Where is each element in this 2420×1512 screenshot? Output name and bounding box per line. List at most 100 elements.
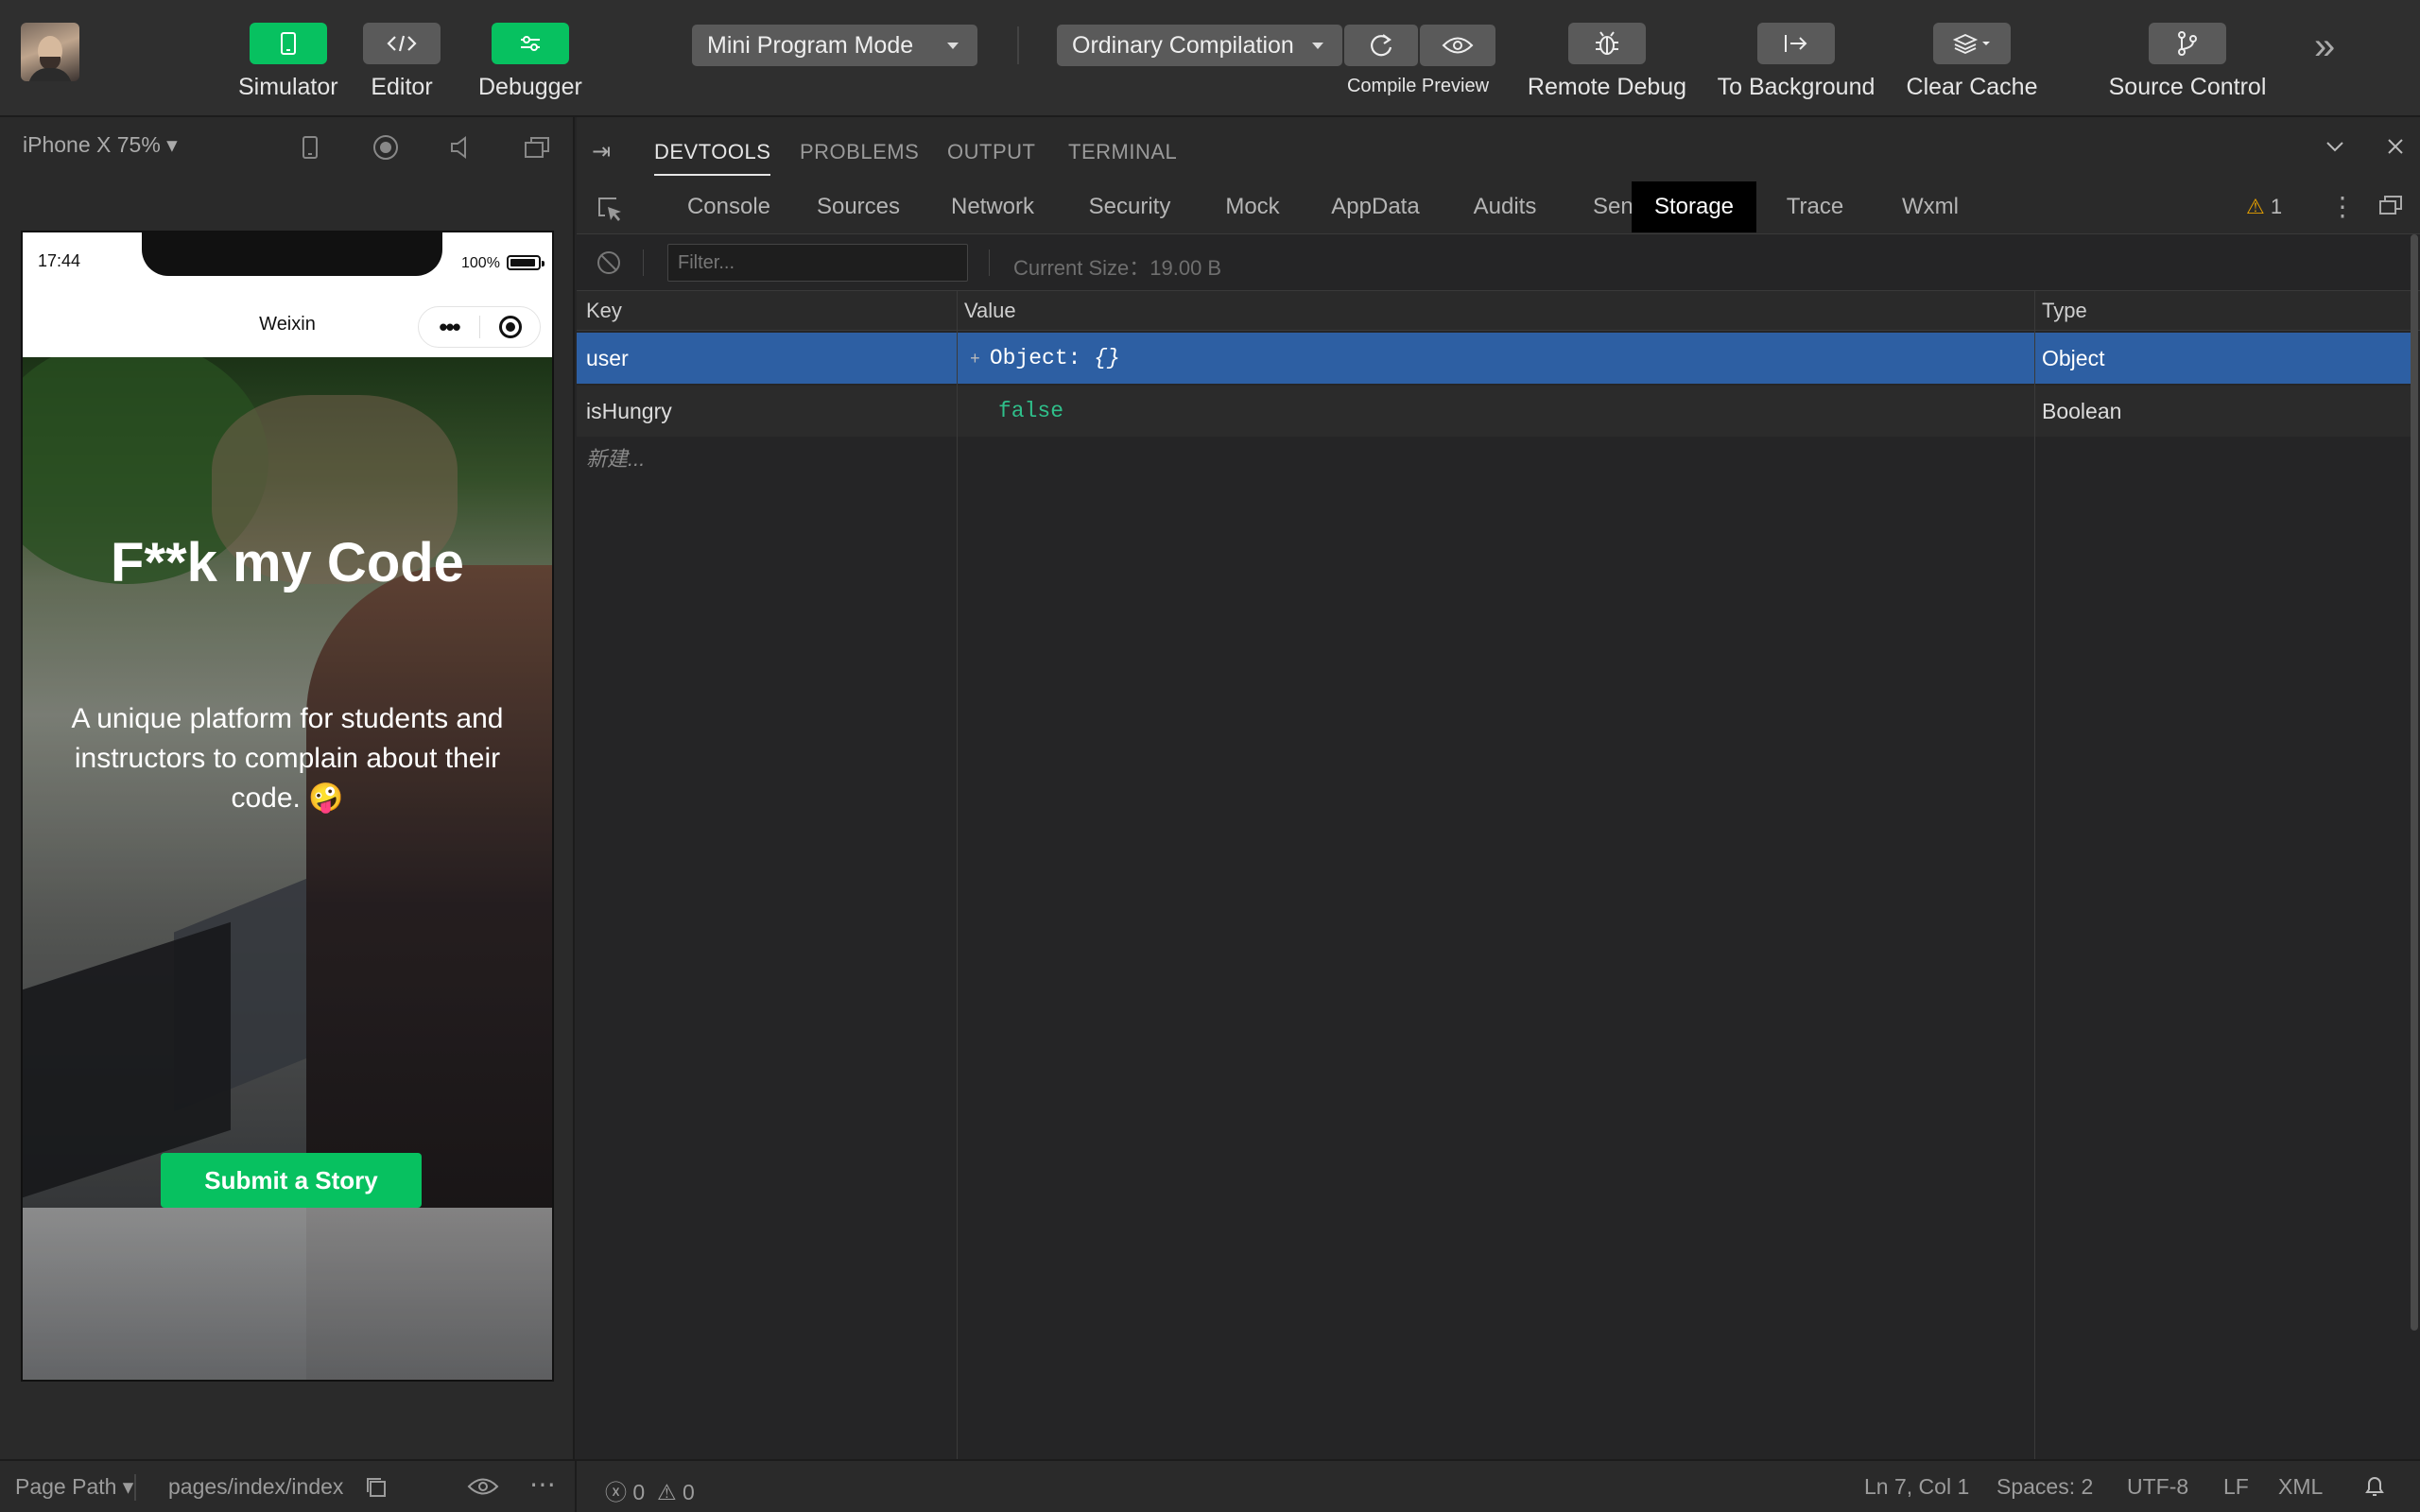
- bell-icon[interactable]: [2363, 1474, 2386, 1504]
- tab-problems[interactable]: PROBLEMS: [800, 140, 919, 164]
- submit-story-button[interactable]: Submit a Story: [161, 1153, 422, 1208]
- undock-icon[interactable]: [2378, 193, 2403, 222]
- chevron-double-right-icon[interactable]: »: [2314, 27, 2335, 65]
- warning-count-badge[interactable]: ⚠ 1: [2246, 195, 2282, 219]
- tab-devtools[interactable]: DEVTOOLS: [654, 140, 771, 176]
- tab-wxml[interactable]: Wxml: [1874, 181, 1987, 232]
- close-miniprogram-icon[interactable]: [499, 316, 522, 338]
- devtools-tab-bar: Console Sources Network Security Mock Ap…: [577, 181, 2420, 234]
- mode-select-value: Mini Program Mode: [707, 31, 914, 59]
- phone-notch: [142, 232, 442, 276]
- inspect-element-icon[interactable]: [596, 195, 624, 223]
- clear-cache-button[interactable]: Clear Cache: [1896, 23, 2048, 101]
- compile-select-value: Ordinary Compilation: [1072, 31, 1294, 59]
- top-toolbar: Simulator Editor Debugger Mini Program M…: [0, 0, 2420, 117]
- tab-mock[interactable]: Mock: [1201, 181, 1305, 232]
- page-path-value: pages/index/index: [168, 1474, 344, 1499]
- more-dots-icon[interactable]: •••: [419, 315, 479, 339]
- layers-icon: [1933, 23, 2011, 64]
- table-row[interactable]: user + Object: {} Object: [577, 333, 2416, 384]
- tab-trace[interactable]: Trace: [1758, 181, 1872, 232]
- clear-storage-icon[interactable]: [597, 251, 620, 274]
- to-background-label: To Background: [1717, 74, 1876, 100]
- kebab-menu-icon[interactable]: ⋮: [2329, 191, 2356, 222]
- indentation[interactable]: Spaces: 2: [1996, 1474, 2093, 1500]
- status-time: 17:44: [38, 251, 81, 270]
- tab-sources[interactable]: Sources: [792, 181, 925, 232]
- close-icon[interactable]: [2384, 134, 2407, 164]
- bug-icon: [1568, 23, 1646, 64]
- copy-icon[interactable]: [365, 1476, 388, 1504]
- eye-icon[interactable]: [467, 1476, 499, 1503]
- column-divider[interactable]: [957, 291, 958, 1467]
- status-bar: Page Path ▾ pages/index/index ⋯ ⓧ 0 ⚠ 0 …: [0, 1459, 2420, 1512]
- tab-storage[interactable]: Storage: [1632, 181, 1756, 232]
- hero-background-image: F**k my Code A unique platform for stude…: [23, 357, 552, 1380]
- detach-window-icon[interactable]: [522, 132, 552, 163]
- storage-filter-bar: Current Size：19.00 B: [577, 234, 2420, 291]
- tab-audits[interactable]: Audits: [1446, 181, 1564, 232]
- compile-button[interactable]: [1344, 25, 1418, 66]
- problems-summary[interactable]: ⓧ 0 ⚠ 0: [605, 1474, 695, 1506]
- hero-title: F**k my Code: [111, 532, 464, 593]
- page-path-select[interactable]: Page Path ▾: [15, 1474, 133, 1500]
- editor-label: Editor: [371, 74, 433, 100]
- battery-icon: [507, 255, 544, 270]
- column-header-type[interactable]: Type: [2042, 299, 2087, 323]
- preview-button[interactable]: [1420, 25, 1495, 66]
- compile-select[interactable]: Ordinary Compilation: [1057, 25, 1342, 66]
- eye-icon: [1442, 37, 1474, 54]
- column-divider[interactable]: [2034, 291, 2035, 1467]
- mode-select[interactable]: Mini Program Mode: [692, 25, 977, 66]
- simulator-button[interactable]: Simulator: [238, 23, 338, 101]
- encoding[interactable]: UTF-8: [2127, 1474, 2188, 1500]
- filter-input[interactable]: [667, 244, 968, 282]
- remote-debug-button[interactable]: Remote Debug: [1528, 23, 1686, 101]
- capsule-menu: •••: [418, 306, 541, 348]
- toolbar-divider: [1017, 26, 1019, 64]
- device-select[interactable]: iPhone X 75% ▾: [23, 132, 178, 158]
- chevron-down-icon[interactable]: [2324, 134, 2346, 164]
- storage-table-header: Key Value Type: [577, 291, 2420, 331]
- row-type: Boolean: [2042, 399, 2122, 423]
- debugger-button[interactable]: Debugger: [478, 23, 582, 101]
- warning-count: 0: [682, 1480, 695, 1504]
- editor-button[interactable]: Editor: [363, 23, 441, 101]
- error-icon: ⓧ: [605, 1480, 627, 1504]
- tab-appdata[interactable]: AppData: [1306, 181, 1444, 232]
- tab-terminal[interactable]: TERMINAL: [1068, 140, 1177, 164]
- tab-console[interactable]: Console: [667, 181, 790, 232]
- toggle-sidebar-icon[interactable]: ⇥: [592, 138, 611, 165]
- tab-network[interactable]: Network: [926, 181, 1059, 232]
- table-row[interactable]: isHungry false Boolean: [577, 386, 2416, 437]
- tab-security[interactable]: Security: [1061, 181, 1199, 232]
- language-mode[interactable]: XML: [2278, 1474, 2323, 1500]
- refresh-icon: [1371, 34, 1392, 57]
- compile-preview-label: Compile Preview: [1346, 76, 1490, 96]
- column-header-key[interactable]: Key: [586, 299, 622, 323]
- warning-icon: ⚠: [656, 1480, 677, 1504]
- more-icon[interactable]: ⋯: [529, 1469, 556, 1500]
- column-header-value[interactable]: Value: [964, 299, 1016, 323]
- to-background-button[interactable]: To Background: [1718, 23, 1875, 101]
- vertical-scrollbar[interactable]: [2411, 234, 2418, 1331]
- rotate-device-icon[interactable]: [295, 132, 325, 163]
- user-avatar[interactable]: [21, 23, 79, 81]
- record-icon[interactable]: [371, 132, 401, 163]
- expand-icon[interactable]: +: [970, 351, 980, 369]
- source-control-button[interactable]: Source Control: [2109, 23, 2266, 101]
- exit-arrow-icon: [1757, 23, 1835, 64]
- row-key: isHungry: [586, 399, 672, 423]
- simulator-bar: iPhone X 75% ▾: [0, 117, 573, 176]
- new-item-placeholder[interactable]: 新建...: [586, 442, 645, 472]
- cursor-position[interactable]: Ln 7, Col 1: [1864, 1474, 1969, 1500]
- simulator-label: Simulator: [238, 74, 338, 100]
- hero-subtitle: A unique platform for students and instr…: [71, 703, 504, 814]
- end-of-line[interactable]: LF: [2223, 1474, 2249, 1500]
- phone-icon: [249, 23, 327, 64]
- volume-icon[interactable]: [446, 132, 476, 163]
- clear-cache-label: Clear Cache: [1906, 74, 2038, 100]
- panel-tab-bar: ⇥ DEVTOOLS PROBLEMS OUTPUT TERMINAL: [577, 117, 2420, 181]
- tab-output[interactable]: OUTPUT: [947, 140, 1035, 164]
- caret-down-icon: [1312, 43, 1323, 49]
